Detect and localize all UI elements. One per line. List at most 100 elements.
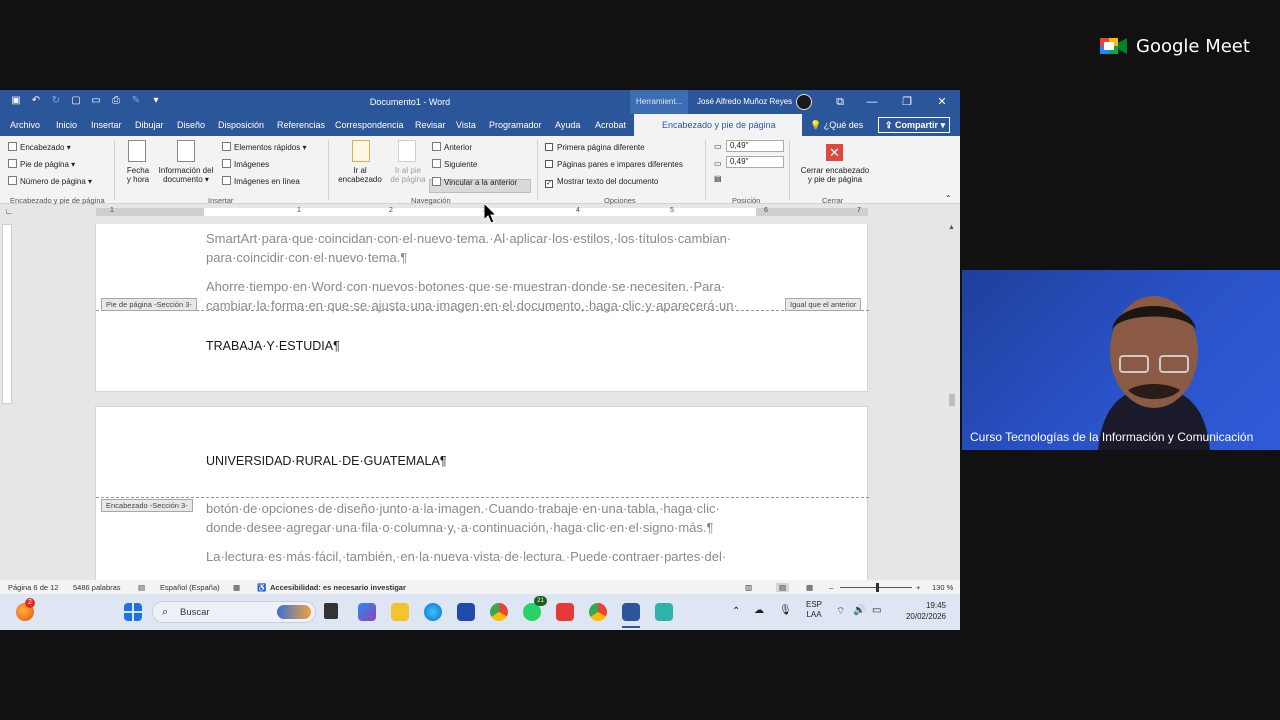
tab-correspondencia[interactable]: Correspondencia [335,120,404,130]
text-predictions-icon[interactable]: ▦ [233,583,240,592]
snipping-tool-icon[interactable] [655,603,673,621]
chrome-icon[interactable] [490,603,508,621]
informacion-documento-button[interactable]: Información del documento ▾ [155,166,217,184]
imagenes-button[interactable]: Imágenes [222,159,269,169]
file-explorer-icon[interactable] [391,603,409,621]
zoom-slider-thumb[interactable] [876,583,879,592]
close-button[interactable]: ✕ [932,93,952,111]
tab-insertar[interactable]: Insertar [91,120,122,130]
tell-me-search[interactable]: 💡 ¿Qué des [810,120,863,131]
show-hidden-icons-icon[interactable]: ⌃ [732,606,740,617]
imagenes-en-linea-button[interactable]: Imágenes en línea [222,176,300,186]
body-paragraph-line[interactable]: Ahorre·tiempo·en·Word·con·nuevos·botones… [206,277,725,296]
vertical-ruler[interactable] [2,224,12,404]
horizontal-ruler[interactable]: ∟ 1 1 2 3 4 5 6 7 [0,205,960,219]
collapse-ribbon-icon[interactable]: ⌃ [945,194,952,203]
zoom-level[interactable]: 130 % [932,583,953,592]
wifi-icon[interactable]: ⌔ [836,605,845,618]
insert-alignment-tab-icon[interactable]: ▤ [714,174,722,183]
pie-de-pagina-dropdown[interactable]: Pie de página ▾ [8,159,75,169]
calendar-icon[interactable] [128,140,146,162]
tab-revisar[interactable]: Revisar [415,120,446,130]
print-layout-icon[interactable]: ▤ [776,583,790,592]
zoom-out-button[interactable]: – [829,583,833,592]
battery-icon[interactable]: ▭ [872,605,881,616]
tab-programador[interactable]: Programador [489,120,542,130]
copilot-icon[interactable] [358,603,376,621]
new-document-icon[interactable]: ▢ [70,95,82,107]
save-icon[interactable]: ▣ [10,95,22,107]
acrobat-icon[interactable] [556,603,574,621]
footer-from-bottom-field[interactable]: 0,49" [726,156,784,168]
taskbar-search[interactable]: ⌕ Buscar [152,601,316,623]
windows-start-icon[interactable] [124,603,142,621]
tab-vista[interactable]: Vista [456,120,476,130]
user-avatar[interactable] [796,94,812,110]
chrome-profile-icon[interactable] [589,603,607,621]
ribbon-display-options-icon[interactable]: ⧉ [830,93,850,111]
undo-icon[interactable]: ↶ [30,95,42,107]
body-paragraph-line[interactable]: para·coincidir·con·el·nuevo·tema.¶ [206,248,407,267]
user-name[interactable]: José Alfredo Muñoz Reyes [697,97,792,106]
tab-archivo[interactable]: Archivo [10,120,40,130]
header-text[interactable]: UNIVERSIDAD·RURAL·DE·GUATEMALA¶ [206,454,447,468]
tab-diseno[interactable]: Diseño [177,120,205,130]
vertical-scrollbar[interactable]: ▲ [946,224,958,584]
proofing-icon[interactable]: ▤ [138,583,145,592]
input-language[interactable]: ESP LAA [806,600,822,620]
siguiente-button[interactable]: Siguiente [432,159,477,169]
word-count[interactable]: 5486 palabras [73,583,121,592]
edge-icon[interactable] [424,603,442,621]
mostrar-texto-documento-checkbox[interactable]: ✓ Mostrar texto del documento [545,177,658,188]
page-count[interactable]: Página 6 de 12 [8,583,58,592]
header-from-top-field[interactable]: 0,49" [726,140,784,152]
body-paragraph-line[interactable]: botón·de·opciones·de·diseño·junto·a·la·i… [206,499,720,518]
go-to-header-icon[interactable] [352,140,370,162]
tab-acrobat[interactable]: Acrobat [595,120,626,130]
ir-al-encabezado-button[interactable]: Ir al encabezado [335,166,385,184]
web-layout-icon[interactable]: ▦ [806,583,813,592]
zoom-in-button[interactable]: + [916,583,920,592]
open-folder-icon[interactable]: ▭ [90,95,102,107]
tab-inicio[interactable]: Inicio [56,120,77,130]
word-taskbar-icon[interactable] [622,603,640,621]
body-paragraph-line[interactable]: La·lectura·es·más·fácil,·también,·en·la·… [206,547,726,566]
format-painter-icon[interactable]: ✎ [130,95,142,107]
volume-icon[interactable]: 🔊 [853,605,865,616]
store-icon[interactable] [457,603,475,621]
fecha-y-hora-button[interactable]: Fecha y hora [124,166,152,184]
print-preview-icon[interactable]: ⎙ [110,95,122,107]
numero-de-pagina-dropdown[interactable]: Número de página ▾ [8,176,92,186]
primera-pagina-diferente-checkbox[interactable]: Primera página diferente [545,143,645,152]
tab-selector-icon[interactable]: ∟ [5,207,13,216]
paginas-pares-impares-checkbox[interactable]: Páginas pares e impares diferentes [545,160,683,169]
customize-qat-icon[interactable]: ▾ [150,95,162,107]
close-header-footer-icon[interactable]: ✕ [826,144,843,161]
tab-encabezado-pie[interactable]: Encabezado y pie de página [662,120,776,130]
encabezado-dropdown[interactable]: Encabezado ▾ [8,142,71,152]
clock[interactable]: 19:45 20/02/2026 [896,600,946,622]
tab-dibujar[interactable]: Dibujar [135,120,164,130]
body-paragraph-line[interactable]: donde·desee·agregar·una·fila·o·columna·y… [206,518,713,537]
document-info-icon[interactable] [177,140,195,162]
microphone-icon[interactable]: 🎙 [779,605,792,616]
anterior-button[interactable]: Anterior [432,142,472,152]
document-area[interactable]: SmartArt·para·que·coincidan·con·el·nuevo… [14,224,946,580]
page-7[interactable]: UNIVERSIDAD·RURAL·DE·GUATEMALA¶ Encabeza… [95,406,869,580]
tab-disposicion[interactable]: Disposición [218,120,264,130]
accessibility-status[interactable]: Accesibilidad: es necesario investigar [270,583,406,592]
tab-referencias[interactable]: Referencias [277,120,325,130]
footer-text[interactable]: TRABAJA·Y·ESTUDIA¶ [206,339,340,353]
restore-button[interactable]: ❐ [897,93,917,111]
page-6[interactable]: SmartArt·para·que·coincidan·con·el·nuevo… [95,224,869,392]
redo-icon[interactable]: ↻ [50,95,62,107]
share-button[interactable]: ⇪ Compartir ▾ [878,117,950,133]
elementos-rapidos-button[interactable]: Elementos rápidos ▾ [222,142,307,152]
vincular-a-la-anterior-button[interactable]: Vincular a la anterior [432,177,517,187]
tab-ayuda[interactable]: Ayuda [555,120,580,130]
language-status[interactable]: Español (España) [160,583,220,592]
minimize-button[interactable]: — [862,93,882,111]
body-paragraph-line[interactable]: cambiar·la·forma·en·que·se·ajusta·una·im… [206,296,738,315]
body-paragraph-line[interactable]: SmartArt·para·que·coincidan·con·el·nuevo… [206,229,731,248]
focus-mode-icon[interactable]: ▥ [745,583,752,592]
